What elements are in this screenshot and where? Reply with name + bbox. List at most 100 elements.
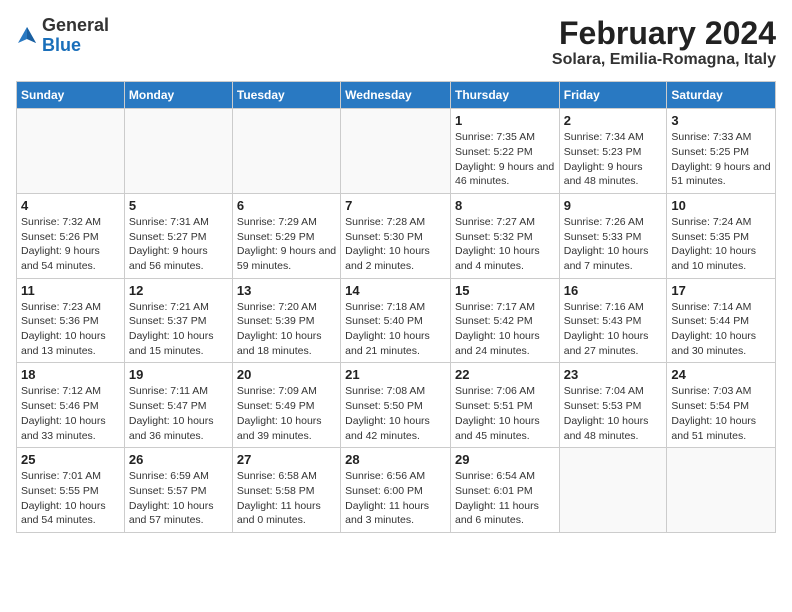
- day-number: 24: [671, 367, 771, 382]
- day-info: Sunrise: 7:34 AMSunset: 5:23 PMDaylight:…: [564, 130, 663, 189]
- day-number: 2: [564, 113, 663, 128]
- day-number: 17: [671, 283, 771, 298]
- calendar-cell: [17, 109, 125, 194]
- calendar-cell: [559, 448, 667, 533]
- day-info: Sunrise: 7:27 AMSunset: 5:32 PMDaylight:…: [455, 215, 555, 274]
- calendar-cell: 18Sunrise: 7:12 AMSunset: 5:46 PMDayligh…: [17, 363, 125, 448]
- day-number: 10: [671, 198, 771, 213]
- day-info: Sunrise: 6:59 AMSunset: 5:57 PMDaylight:…: [129, 469, 228, 528]
- calendar-cell: 6 Sunrise: 7:29 AMSunset: 5:29 PMDaylight…: [232, 193, 340, 278]
- day-number: 1: [455, 113, 555, 128]
- calendar-cell: 5 Sunrise: 7:31 AMSunset: 5:27 PMDaylight…: [124, 193, 232, 278]
- calendar-cell: 16 Sunrise: 7:16 AMSunset: 5:43 PMDayligh…: [559, 278, 667, 363]
- calendar-table: SundayMondayTuesdayWednesdayThursdayFrid…: [16, 81, 776, 533]
- day-info: Sunrise: 7:31 AMSunset: 5:27 PMDaylight:…: [129, 215, 228, 274]
- calendar-cell: 12 Sunrise: 7:21 AMSunset: 5:37 PMDayligh…: [124, 278, 232, 363]
- calendar-cell: 1 Sunrise: 7:35 AMSunset: 5:22 PMDaylight…: [450, 109, 559, 194]
- calendar-cell: [341, 109, 451, 194]
- day-info: Sunrise: 7:06 AMSunset: 5:51 PMDaylight:…: [455, 384, 555, 443]
- weekday-header-thursday: Thursday: [450, 82, 559, 109]
- calendar-cell: [667, 448, 776, 533]
- day-info: Sunrise: 7:11 AMSunset: 5:47 PMDaylight:…: [129, 384, 228, 443]
- day-info: Sunrise: 7:14 AMSunset: 5:44 PMDaylight:…: [671, 300, 771, 359]
- day-number: 13: [237, 283, 336, 298]
- day-number: 16: [564, 283, 663, 298]
- day-number: 26: [129, 452, 228, 467]
- page-header: General Blue February 2024 Solara, Emili…: [16, 16, 776, 69]
- weekday-header-row: SundayMondayTuesdayWednesdayThursdayFrid…: [17, 82, 776, 109]
- day-info: Sunrise: 7:17 AMSunset: 5:42 PMDaylight:…: [455, 300, 555, 359]
- day-number: 12: [129, 283, 228, 298]
- day-info: Sunrise: 7:24 AMSunset: 5:35 PMDaylight:…: [671, 215, 771, 274]
- weekday-header-tuesday: Tuesday: [232, 82, 340, 109]
- month-year-title: February 2024: [552, 16, 776, 51]
- calendar-cell: 8 Sunrise: 7:27 AMSunset: 5:32 PMDaylight…: [450, 193, 559, 278]
- calendar-cell: 28Sunrise: 6:56 AMSunset: 6:00 PMDayligh…: [341, 448, 451, 533]
- day-number: 22: [455, 367, 555, 382]
- calendar-cell: 20Sunrise: 7:09 AMSunset: 5:49 PMDayligh…: [232, 363, 340, 448]
- day-number: 6: [237, 198, 336, 213]
- day-info: Sunrise: 7:26 AMSunset: 5:33 PMDaylight:…: [564, 215, 663, 274]
- calendar-cell: 10 Sunrise: 7:24 AMSunset: 5:35 PMDayligh…: [667, 193, 776, 278]
- calendar-cell: 22 Sunrise: 7:06 AMSunset: 5:51 PMDayligh…: [450, 363, 559, 448]
- day-info: Sunrise: 7:16 AMSunset: 5:43 PMDaylight:…: [564, 300, 663, 359]
- calendar-cell: 4Sunrise: 7:32 AMSunset: 5:26 PMDaylight…: [17, 193, 125, 278]
- day-info: Sunrise: 7:28 AMSunset: 5:30 PMDaylight:…: [345, 215, 446, 274]
- calendar-week-2: 4Sunrise: 7:32 AMSunset: 5:26 PMDaylight…: [17, 193, 776, 278]
- calendar-cell: 29 Sunrise: 6:54 AMSunset: 6:01 PMDayligh…: [450, 448, 559, 533]
- day-info: Sunrise: 7:29 AMSunset: 5:29 PMDaylight:…: [237, 215, 336, 274]
- day-number: 20: [237, 367, 336, 382]
- day-number: 19: [129, 367, 228, 382]
- calendar-cell: 27Sunrise: 6:58 AMSunset: 5:58 PMDayligh…: [232, 448, 340, 533]
- day-number: 21: [345, 367, 446, 382]
- calendar-cell: 19 Sunrise: 7:11 AMSunset: 5:47 PMDayligh…: [124, 363, 232, 448]
- calendar-cell: 13 Sunrise: 7:20 AMSunset: 5:39 PMDayligh…: [232, 278, 340, 363]
- day-info: Sunrise: 7:18 AMSunset: 5:40 PMDaylight:…: [345, 300, 446, 359]
- calendar-cell: [232, 109, 340, 194]
- day-info: Sunrise: 7:20 AMSunset: 5:39 PMDaylight:…: [237, 300, 336, 359]
- weekday-header-sunday: Sunday: [17, 82, 125, 109]
- calendar-cell: 24Sunrise: 7:03 AMSunset: 5:54 PMDayligh…: [667, 363, 776, 448]
- day-number: 18: [21, 367, 120, 382]
- calendar-cell: 9Sunrise: 7:26 AMSunset: 5:33 PMDaylight…: [559, 193, 667, 278]
- weekday-header-monday: Monday: [124, 82, 232, 109]
- calendar-cell: 14 Sunrise: 7:18 AMSunset: 5:40 PMDayligh…: [341, 278, 451, 363]
- calendar-cell: 11Sunrise: 7:23 AMSunset: 5:36 PMDayligh…: [17, 278, 125, 363]
- location-subtitle: Solara, Emilia-Romagna, Italy: [552, 51, 776, 69]
- day-info: Sunrise: 7:04 AMSunset: 5:53 PMDaylight:…: [564, 384, 663, 443]
- day-number: 15: [455, 283, 555, 298]
- day-number: 5: [129, 198, 228, 213]
- calendar-cell: 25 Sunrise: 7:01 AMSunset: 5:55 PMDayligh…: [17, 448, 125, 533]
- day-number: 28: [345, 452, 446, 467]
- day-number: 3: [671, 113, 771, 128]
- calendar-cell: 2 Sunrise: 7:34 AMSunset: 5:23 PMDaylight…: [559, 109, 667, 194]
- day-number: 14: [345, 283, 446, 298]
- weekday-header-saturday: Saturday: [667, 82, 776, 109]
- day-number: 11: [21, 283, 120, 298]
- day-info: Sunrise: 6:54 AMSunset: 6:01 PMDaylight:…: [455, 469, 555, 528]
- calendar-cell: 7 Sunrise: 7:28 AMSunset: 5:30 PMDaylight…: [341, 193, 451, 278]
- weekday-header-friday: Friday: [559, 82, 667, 109]
- title-section: February 2024 Solara, Emilia-Romagna, It…: [552, 16, 776, 69]
- day-info: Sunrise: 7:01 AMSunset: 5:55 PMDaylight:…: [21, 469, 120, 528]
- logo: General Blue: [16, 16, 109, 56]
- day-number: 7: [345, 198, 446, 213]
- day-number: 8: [455, 198, 555, 213]
- day-info: Sunrise: 7:33 AMSunset: 5:25 PMDaylight:…: [671, 130, 771, 189]
- day-number: 23: [564, 367, 663, 382]
- calendar-cell: 15 Sunrise: 7:17 AMSunset: 5:42 PMDayligh…: [450, 278, 559, 363]
- calendar-week-4: 18Sunrise: 7:12 AMSunset: 5:46 PMDayligh…: [17, 363, 776, 448]
- day-info: Sunrise: 6:58 AMSunset: 5:58 PMDaylight:…: [237, 469, 336, 528]
- logo-general-text: General: [42, 15, 109, 35]
- day-info: Sunrise: 7:35 AMSunset: 5:22 PMDaylight:…: [455, 130, 555, 189]
- calendar-week-5: 25 Sunrise: 7:01 AMSunset: 5:55 PMDayligh…: [17, 448, 776, 533]
- calendar-week-1: 1 Sunrise: 7:35 AMSunset: 5:22 PMDaylight…: [17, 109, 776, 194]
- calendar-cell: 17 Sunrise: 7:14 AMSunset: 5:44 PMDayligh…: [667, 278, 776, 363]
- day-info: Sunrise: 7:08 AMSunset: 5:50 PMDaylight:…: [345, 384, 446, 443]
- day-info: Sunrise: 7:21 AMSunset: 5:37 PMDaylight:…: [129, 300, 228, 359]
- calendar-week-3: 11Sunrise: 7:23 AMSunset: 5:36 PMDayligh…: [17, 278, 776, 363]
- day-number: 25: [21, 452, 120, 467]
- day-info: Sunrise: 7:32 AMSunset: 5:26 PMDaylight:…: [21, 215, 120, 274]
- calendar-cell: 3 Sunrise: 7:33 AMSunset: 5:25 PMDaylight…: [667, 109, 776, 194]
- day-number: 29: [455, 452, 555, 467]
